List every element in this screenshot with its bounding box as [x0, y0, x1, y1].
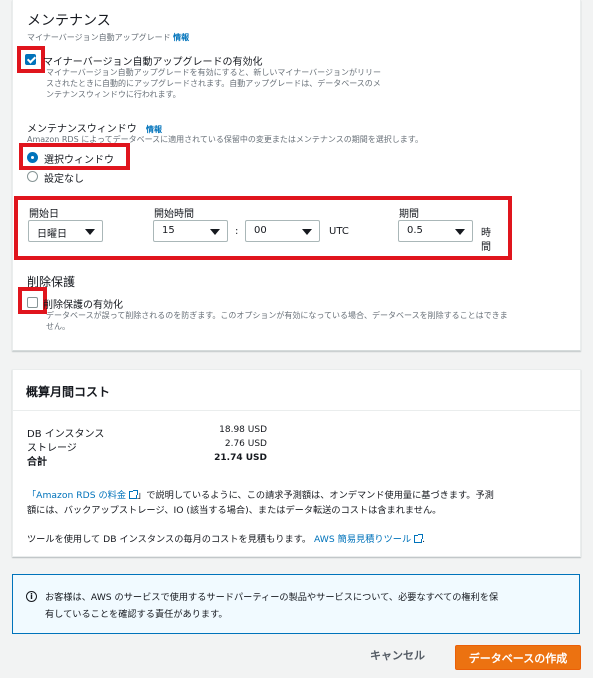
auto-upgrade-checkbox[interactable] [25, 54, 36, 65]
no-preference-label[interactable]: 設定なし [44, 170, 84, 185]
chevron-down-icon [455, 229, 465, 235]
start-minute-select[interactable]: 00 [245, 220, 320, 242]
cost-row-instance-value: 18.98 USD [219, 425, 267, 435]
pricing-link[interactable]: 「Amazon RDS の料金 [27, 490, 139, 501]
deletion-protection-checkbox[interactable] [27, 297, 38, 308]
maintenance-title: メンテナンス [27, 13, 111, 29]
start-day-label: 開始日 [29, 209, 59, 220]
calculator-line: ツールを使用して DB インスタンスの毎月のコストを見積もります。 AWS 簡易… [27, 531, 425, 545]
start-day-select[interactable]: 日曜日 [28, 220, 103, 242]
info-link[interactable]: 情報 [173, 33, 189, 42]
time-separator: : [235, 226, 239, 237]
cost-text-line-2: 額には、バックアップストレージ、IO (該当する場合)、またはデータ転送のコスト… [27, 505, 442, 516]
info-notice: i お客様は、AWS のサービスで使用するサードパーティーの製品やサービスについ… [12, 574, 580, 634]
cost-row-storage-value: 2.76 USD [224, 439, 267, 449]
external-link-icon [414, 534, 424, 543]
cost-panel: 概算月間コスト DB インスタンス 18.98 USD ストレージ 2.76 U… [12, 369, 581, 557]
maintenance-subtitle: マイナーバージョン自動アップグレード 情報 [27, 32, 189, 43]
chevron-down-icon [302, 229, 312, 235]
maintenance-panel: メンテナンス マイナーバージョン自動アップグレード 情報 マイナーバージョン自動… [12, 0, 581, 351]
chevron-down-icon [85, 229, 95, 235]
duration-unit-1: 時 [481, 228, 491, 239]
calculator-link[interactable]: AWS 簡易見積りツール [314, 534, 424, 545]
create-database-button[interactable]: データベースの作成 [455, 645, 581, 670]
cost-text-line-1: 「Amazon RDS の料金 」で説明しているように、この請求予測額は、オンデマ… [27, 487, 494, 501]
cost-text-line-1-rest: 」で説明しているように、この請求予測額は、オンデマンド使用量に基づきます。予測 [137, 490, 494, 501]
auto-upgrade-desc-1: マイナーバージョン自動アップグレードを有効にすると、新しいマイナーバージョンがリ… [46, 68, 381, 77]
auto-upgrade-desc-3: ンテナンスウィンドウに行われます。 [46, 90, 181, 99]
auto-upgrade-desc-2: スされたときに自動的にアップグレードされます。自動アップグレードは、データベース… [46, 79, 381, 88]
cost-title: 概算月間コスト [26, 385, 111, 399]
radio-no-preference[interactable] [27, 171, 38, 182]
deletion-desc-2: せん。 [46, 322, 70, 331]
cancel-button[interactable]: キャンセル [370, 647, 425, 663]
start-minute-value: 00 [254, 225, 267, 236]
start-hour-value: 15 [162, 225, 175, 236]
external-link-icon [129, 490, 139, 499]
notice-line-2: 有していることを確認する責任があります。 [45, 609, 228, 620]
auto-upgrade-subtitle: マイナーバージョン自動アップグレード [27, 33, 171, 42]
duration-value: 0.5 [407, 225, 423, 236]
cost-row-instance-label: DB インスタンス [27, 429, 105, 440]
timezone-label: UTC [329, 226, 349, 237]
calculator-prefix: ツールを使用して DB インスタンスの毎月のコストを見積もります。 [27, 534, 312, 545]
window-info-link[interactable]: 情報 [146, 125, 162, 134]
cost-row-storage-label: ストレージ [27, 443, 77, 454]
duration-unit-2: 間 [481, 242, 491, 253]
cost-row-total-label: 合計 [27, 457, 47, 468]
info-icon: i [26, 591, 37, 602]
start-hour-select[interactable]: 15 [153, 220, 228, 242]
notice-line-1: お客様は、AWS のサービスで使用するサードパーティーの製品やサービスについて、… [45, 592, 499, 603]
select-window-label[interactable]: 選択ウィンドウ [44, 151, 114, 166]
start-time-label: 開始時間 [154, 209, 194, 220]
pricing-link-text: 「Amazon RDS の料金 [27, 490, 127, 501]
duration-select[interactable]: 0.5 [398, 220, 473, 242]
cost-row-total-value: 21.74 USD [214, 453, 267, 463]
calculator-link-text: AWS 簡易見積りツール [314, 534, 412, 545]
start-day-value: 日曜日 [37, 229, 67, 240]
deletion-protection-label[interactable]: 削除保護の有効化 [43, 296, 123, 311]
auto-upgrade-label[interactable]: マイナーバージョン自動アップグレードの有効化 [43, 53, 263, 68]
duration-label: 期間 [399, 209, 419, 220]
chevron-down-icon [210, 229, 220, 235]
deletion-desc-1: データベースが誤って削除されるのを防ぎます。このオプションが有効になっている場合… [46, 311, 508, 320]
radio-select-window[interactable] [27, 152, 38, 163]
divider [13, 410, 580, 411]
maintenance-window-title: メンテナンスウィンドウ 情報 [27, 120, 162, 135]
